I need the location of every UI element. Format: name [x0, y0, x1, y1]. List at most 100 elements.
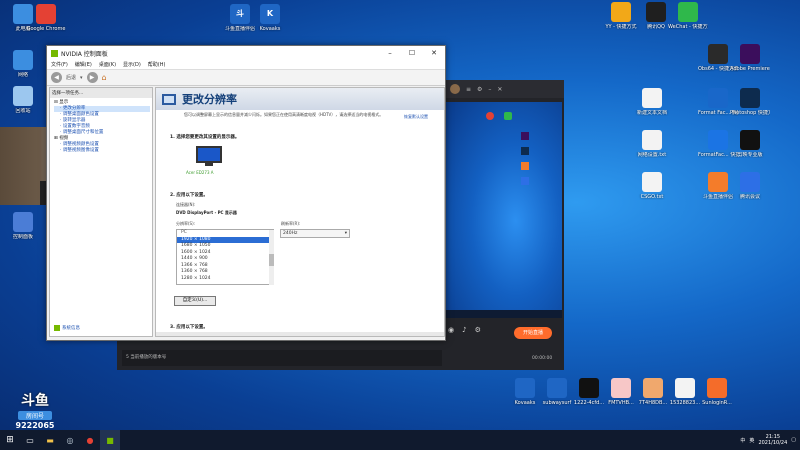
desktop-icon-right-11[interactable]: CSGO.txt [632, 172, 672, 200]
close-button[interactable]: ✕ [423, 49, 445, 57]
bottom-1-icon [547, 378, 567, 398]
mic-icon[interactable]: ♪ [462, 326, 466, 334]
desktop-icon-bottom-6[interactable]: SunloginR... [697, 378, 737, 406]
menu-display[interactable]: 显示(D) [123, 61, 141, 68]
desktop-icon-label: 剪映专业版 [737, 152, 763, 158]
taskbar: ⊞ ▭ ▬ ◎ ● ■ 中 英 21:15 2021/10/24 ▢ [0, 430, 800, 450]
refresh-label: 刷新率(R): [281, 221, 301, 226]
desktop-icon-left-2[interactable]: 网络 [3, 50, 43, 78]
menu-desktop[interactable]: 桌面(K) [99, 61, 116, 68]
connector-label: 连接器(N): [176, 202, 196, 207]
ime-button[interactable]: 中 [740, 437, 745, 444]
notification-icon[interactable]: ▢ [791, 437, 796, 443]
desktop-icon-right-7[interactable]: Photoshop 快捷方式 [730, 88, 770, 116]
task-view-icon[interactable]: ▭ [20, 430, 40, 450]
ime-extra-button[interactable]: 英 [749, 437, 754, 444]
desktop-icon-label: 新建文本文档 [636, 110, 667, 116]
steam-icon[interactable]: ◎ [60, 430, 80, 450]
stream-preview-window: ≡ ⚙ – ✕ ◉ ♪ ⚙ 开始直播 00:00:00 [444, 80, 564, 370]
stream-status-text: 5 当前播放的版本号 [126, 355, 167, 360]
chrome-taskbar-icon[interactable]: ● [80, 430, 100, 450]
settings-icon[interactable]: ⚙ [477, 86, 482, 93]
chevron-down-icon: ▾ [344, 231, 347, 236]
horizontal-scrollbar[interactable] [156, 332, 444, 336]
bottom-4-icon [643, 378, 663, 398]
left-1-icon [36, 4, 56, 24]
desktop-icon-right-4[interactable]: Adobe Premiere [730, 44, 770, 72]
right-9-icon [708, 130, 728, 150]
monitor-selector[interactable] [196, 146, 222, 168]
bottom-5-icon [675, 378, 695, 398]
desktop-icon-left-3[interactable]: 回收站 [3, 86, 43, 114]
tree-item[interactable]: · 调整视频图像设置 [54, 148, 150, 154]
step2-label: 2. 应用以下设置。 [170, 193, 208, 198]
desktop-icon-right-0[interactable]: YY - 快捷方式 [601, 2, 641, 30]
explorer-icon[interactable]: ▬ [40, 430, 60, 450]
connector-value: DVD DisplayPort - PC 显示器 [176, 210, 237, 215]
clock-date[interactable]: 2021/10/24 [758, 440, 787, 446]
douyu-room-label: 房间号 [18, 411, 52, 420]
resolution-listbox[interactable]: PC 1920 × 1080 1680 × 1050 1600 × 1024 1440… [176, 229, 274, 285]
bottom-6-icon [707, 378, 727, 398]
back-button[interactable]: ◀ [51, 72, 62, 83]
back-dropdown-icon[interactable]: ▾ [80, 75, 83, 81]
right-7-icon [740, 88, 760, 108]
minimize-icon[interactable]: – [488, 86, 491, 93]
scrollbar-thumb[interactable] [269, 254, 274, 266]
left-3-icon [13, 86, 33, 106]
desktop-icon-right-8[interactable]: 网络设置.txt [632, 130, 672, 158]
desktop-icon-label: YY - 快捷方式 [605, 24, 637, 30]
desktop-icon-right-13[interactable]: 腾讯会议 [730, 172, 770, 200]
left-4-icon [13, 212, 33, 232]
camera-icon[interactable]: ◉ [448, 326, 454, 334]
step1-label: 1. 选择您要更改其设置的显示器。 [170, 135, 240, 140]
desktop-icon-right-5[interactable]: 新建文本文档 [632, 88, 672, 116]
desktop-icon-right-10[interactable]: 剪映专业版 [730, 130, 770, 158]
nvidia-taskbar-icon[interactable]: ■ [100, 430, 120, 450]
desktop-icon-left-1[interactable]: Google Chrome [26, 4, 66, 32]
desktop-icon-label: SunloginR... [702, 400, 732, 406]
content-pane: 更改分辨率 恢复默认设置 您可以调整屏幕上显示的信息量并减少闪烁。如果您正在使用… [155, 87, 445, 337]
desktop-icon-right-2[interactable]: WeChat - 快捷方式 [668, 2, 708, 30]
stream-timer: 00:00:00 [532, 356, 553, 361]
desktop-icon-label: Adobe Premiere [730, 66, 770, 72]
kovaaks-icon: K [260, 4, 280, 24]
bottom-2-icon [579, 378, 599, 398]
go-live-button[interactable]: 开始直播 [514, 327, 552, 339]
douyu-room-id: 9222065 [15, 421, 55, 430]
right-2-icon [678, 2, 698, 22]
refresh-rate-select[interactable]: 240Hz ▾ [280, 229, 350, 238]
menu-icon[interactable]: ≡ [466, 86, 471, 93]
preview-douyu-icon [521, 162, 529, 170]
desktop-icon-left-4[interactable]: 控制面板 [3, 212, 43, 240]
monitor-icon [196, 146, 222, 163]
desktop-icon-label: 网络设置.txt [637, 152, 667, 158]
menu-edit[interactable]: 编辑(E) [75, 61, 92, 68]
step3-label: 3. 应用以下设置。 [170, 325, 208, 330]
minimize-button[interactable]: – [379, 49, 401, 57]
system-info-link[interactable]: 系统信息 [62, 325, 80, 331]
forward-button[interactable]: ▶ [86, 72, 98, 83]
home-icon[interactable]: ⌂ [102, 73, 107, 82]
menu-help[interactable]: 帮助(H) [148, 61, 166, 68]
listbox-scrollbar[interactable] [269, 230, 274, 285]
settings-icon[interactable]: ⚙ [475, 326, 481, 334]
bottom-0-icon [515, 378, 535, 398]
stream-statusbar: 5 当前播放的版本号 [122, 350, 442, 366]
nvidia-control-panel-window: NVIDIA 控制面板 – ☐ ✕ 文件(F) 编辑(E) 桌面(K) 显示(D… [46, 45, 446, 341]
customize-button[interactable]: 自定义(U)... [174, 296, 216, 306]
maximize-button[interactable]: ☐ [401, 49, 423, 57]
douyu-logo: 斗鱼 [21, 393, 49, 409]
close-icon[interactable]: ✕ [497, 86, 502, 93]
display-icon [162, 93, 176, 105]
right-11-icon [642, 172, 662, 192]
desktop-icon-kovaaks[interactable]: K Kovaaks [250, 4, 290, 32]
resolution-option[interactable]: 1280 × 1024 [177, 276, 273, 283]
right-6-icon [708, 88, 728, 108]
start-button[interactable]: ⊞ [0, 430, 20, 450]
menu-file[interactable]: 文件(F) [51, 61, 68, 68]
preview-taskbar [446, 310, 562, 318]
desktop-icon-label: 腾讯会议 [739, 194, 760, 200]
page-header: 更改分辨率 [156, 88, 444, 110]
avatar[interactable] [450, 84, 460, 94]
